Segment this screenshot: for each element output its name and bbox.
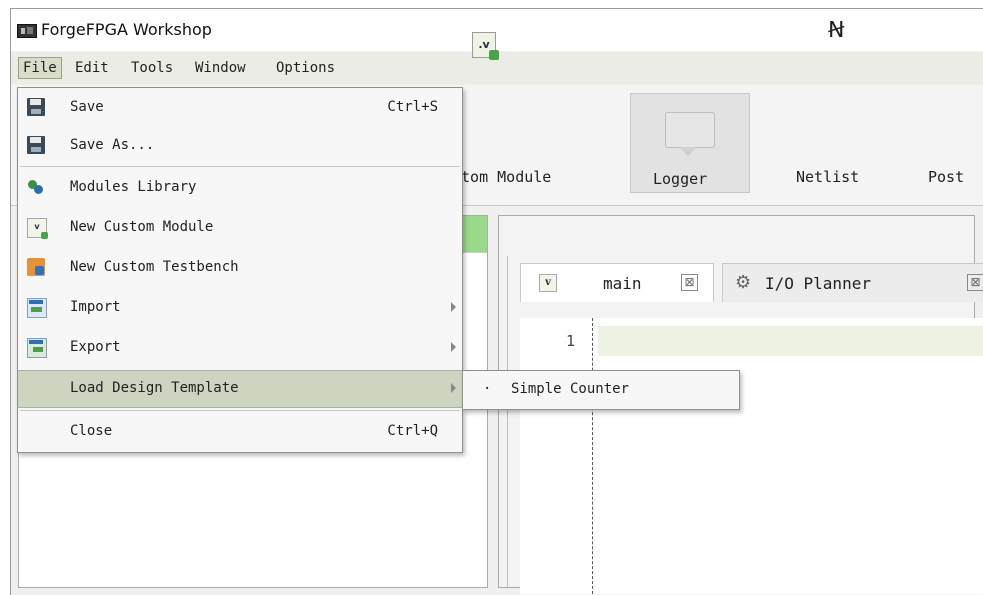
menu-tools[interactable]: Tools xyxy=(127,57,177,79)
modules-library-icon xyxy=(27,178,45,196)
close-tab-icon[interactable]: ⊠ xyxy=(681,274,698,291)
menu-item-label: New Custom Testbench xyxy=(70,259,239,275)
submenu-item-simple-counter[interactable]: · Simple Counter xyxy=(463,371,739,409)
menu-item-shortcut: Ctrl+Q xyxy=(387,423,438,439)
new-custom-module-icon: .v xyxy=(472,32,499,60)
verilog-file-icon: v xyxy=(539,274,557,292)
submenu-arrow-icon xyxy=(451,302,456,312)
tab-main[interactable]: v main ⊠ xyxy=(520,263,714,302)
line-number-gutter: 1 xyxy=(520,318,593,594)
menu-item-label: Load Design Template xyxy=(70,380,239,396)
menu-item-save[interactable]: Save Ctrl+S xyxy=(18,90,462,126)
new-custom-module-toolbar-button[interactable]: stom Module xyxy=(452,92,612,190)
load-design-template-submenu: · Simple Counter xyxy=(462,370,740,410)
menu-item-label: Close xyxy=(70,423,113,439)
menu-item-new-custom-module[interactable]: v New Custom Module xyxy=(18,210,462,246)
code-editor[interactable]: 1 xyxy=(520,318,983,594)
menu-item-label: New Custom Module xyxy=(70,219,214,235)
menu-separator xyxy=(20,410,460,411)
new-custom-module-icon: v xyxy=(27,218,48,239)
menu-item-label: Save As... xyxy=(70,137,155,153)
save-icon xyxy=(27,136,45,154)
menu-item-label: Save xyxy=(70,99,104,115)
menu-item-export[interactable]: Export xyxy=(18,330,462,366)
tab-label: I/O Planner xyxy=(765,274,871,293)
menu-item-new-custom-testbench[interactable]: New Custom Testbench xyxy=(18,250,462,286)
menu-edit[interactable]: Edit xyxy=(71,57,113,79)
save-icon xyxy=(27,98,45,116)
speech-bubble-icon xyxy=(665,112,715,157)
submenu-arrow-icon xyxy=(451,383,456,393)
chip-icon: ⚙ xyxy=(735,272,752,293)
app-logo-icon xyxy=(17,24,37,38)
submenu-bullet: · xyxy=(483,381,492,397)
menu-item-shortcut: Ctrl+S xyxy=(387,99,438,115)
menu-separator xyxy=(20,166,460,167)
toolbar-button-label: Logger xyxy=(653,170,708,188)
menu-item-label: Export xyxy=(70,339,121,355)
toolbar-button-label: stom Module xyxy=(452,168,552,186)
menu-item-modules-library[interactable]: Modules Library xyxy=(18,170,462,206)
submenu-item-label: Simple Counter xyxy=(511,381,630,397)
current-line-highlight xyxy=(598,326,983,356)
file-menu-dropdown: Save Ctrl+S Save As... Modules Library v… xyxy=(17,87,463,453)
new-testbench-icon xyxy=(27,258,45,276)
import-icon xyxy=(27,298,47,318)
netlist-toolbar-button[interactable]: Netlist xyxy=(790,92,900,190)
menu-item-label: Import xyxy=(70,299,121,315)
menu-item-label: Modules Library xyxy=(70,179,197,195)
toolbar-button-label: Post xyxy=(928,168,965,186)
menu-item-import[interactable]: Import xyxy=(18,290,462,326)
netlist-icon: Ꞥ xyxy=(828,18,845,43)
submenu-arrow-icon xyxy=(451,342,456,352)
menu-window[interactable]: Window xyxy=(191,57,250,79)
window-title: ForgeFPGA Workshop xyxy=(41,20,212,39)
menu-item-save-as[interactable]: Save As... xyxy=(18,128,462,164)
tab-label: main xyxy=(603,274,642,293)
export-icon xyxy=(27,338,47,358)
menu-file[interactable]: File xyxy=(18,57,62,79)
close-tab-icon[interactable]: ⊠ xyxy=(967,274,983,291)
logger-toolbar-button[interactable]: Logger xyxy=(630,93,750,193)
menu-item-load-design-template[interactable]: Load Design Template xyxy=(18,370,462,408)
menu-item-close[interactable]: Close Ctrl+Q xyxy=(18,414,462,450)
menu-options[interactable]: Options xyxy=(272,57,339,79)
tab-io-planner[interactable]: ⚙ I/O Planner ⊠ xyxy=(722,263,983,302)
post-toolbar-button[interactable]: Post xyxy=(918,92,983,190)
line-number: 1 xyxy=(566,332,576,350)
toolbar-button-label: Netlist xyxy=(796,168,860,186)
